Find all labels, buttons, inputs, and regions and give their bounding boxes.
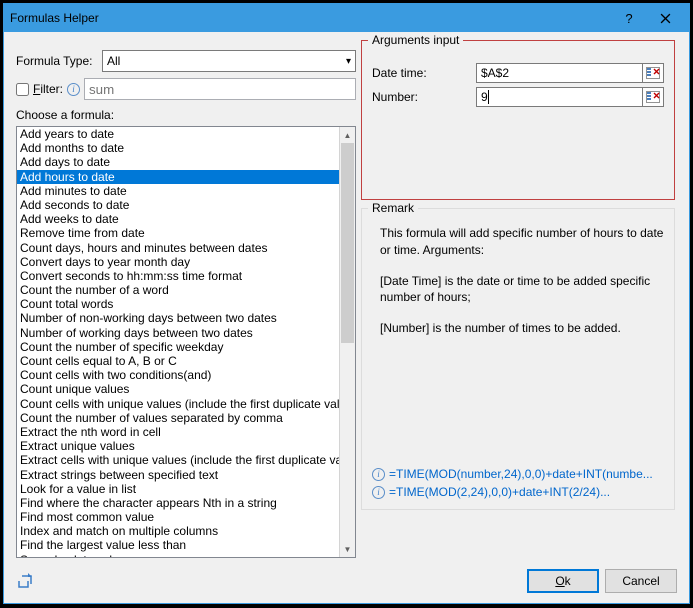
choose-formula-label: Choose a formula: xyxy=(16,108,356,122)
arguments-legend: Arguments input xyxy=(368,33,463,47)
info-icon[interactable]: i xyxy=(372,486,385,499)
remark-fieldset: Remark This formula will add specific nu… xyxy=(361,208,675,510)
list-item[interactable]: Number of working days between two dates xyxy=(17,326,339,340)
list-item[interactable]: Extract unique values xyxy=(17,439,339,453)
list-item[interactable]: Add hours to date xyxy=(17,170,339,184)
formula-preview-2: =TIME(MOD(2,24),0,0)+date+INT(2/24)... xyxy=(389,485,610,499)
dialog-window: Formulas Helper ? Formula Type: All ▾ Fi… xyxy=(3,3,690,604)
scroll-thumb[interactable] xyxy=(341,143,354,343)
scroll-up-icon[interactable]: ▲ xyxy=(340,127,355,143)
list-item[interactable]: Add weeks to date xyxy=(17,212,339,226)
list-item[interactable]: Count the number of a word xyxy=(17,283,339,297)
list-item[interactable]: Add days to date xyxy=(17,155,339,169)
share-icon[interactable] xyxy=(16,572,34,590)
list-item[interactable]: Convert days to year month day xyxy=(17,255,339,269)
list-item[interactable]: Count the number of values separated by … xyxy=(17,411,339,425)
list-item[interactable]: Count days, hours and minutes between da… xyxy=(17,241,339,255)
list-item[interactable]: Find the largest value less than xyxy=(17,538,339,552)
list-item[interactable]: Count unique values xyxy=(17,382,339,396)
close-button[interactable] xyxy=(647,6,683,30)
range-picker-button[interactable] xyxy=(642,63,664,83)
range-picker-button[interactable] xyxy=(642,87,664,107)
titlebar: Formulas Helper ? xyxy=(4,4,689,32)
list-item[interactable]: Add years to date xyxy=(17,127,339,141)
window-title: Formulas Helper xyxy=(10,11,611,25)
list-item[interactable]: Add seconds to date xyxy=(17,198,339,212)
arg-label-datetime: Date time: xyxy=(372,66,476,80)
formula-listbox[interactable]: Add years to dateAdd months to dateAdd d… xyxy=(16,126,356,558)
list-item[interactable]: Convert seconds to hh:mm:ss time format xyxy=(17,269,339,283)
formula-preview-1: =TIME(MOD(number,24),0,0)+date+INT(numbe… xyxy=(389,467,653,481)
list-item[interactable]: Add months to date xyxy=(17,141,339,155)
formula-type-combo[interactable]: All ▾ xyxy=(102,50,356,72)
list-item[interactable]: Count cells with two conditions(and) xyxy=(17,368,339,382)
cancel-button[interactable]: Cancel xyxy=(605,569,677,593)
filter-checkbox[interactable] xyxy=(16,83,29,96)
list-item[interactable]: Sum absolute values xyxy=(17,553,339,557)
remark-p2: [Date Time] is the date or time to be ad… xyxy=(372,273,664,307)
formula-type-value: All xyxy=(107,54,120,68)
info-icon[interactable]: i xyxy=(372,468,385,481)
formula-type-label: Formula Type: xyxy=(16,54,102,68)
scrollbar[interactable]: ▲ ▼ xyxy=(339,127,355,557)
arg-label-number: Number: xyxy=(372,90,476,104)
list-item[interactable]: Find where the character appears Nth in … xyxy=(17,496,339,510)
info-icon[interactable]: i xyxy=(67,83,80,96)
list-item[interactable]: Index and match on multiple columns xyxy=(17,524,339,538)
list-item[interactable]: Count cells with unique values (include … xyxy=(17,397,339,411)
list-item[interactable]: Look for a value in list xyxy=(17,482,339,496)
list-item[interactable]: Count the number of specific weekday xyxy=(17,340,339,354)
list-item[interactable]: Number of non-working days between two d… xyxy=(17,311,339,325)
help-button[interactable]: ? xyxy=(611,6,647,30)
remark-p1: This formula will add specific number of… xyxy=(372,225,664,259)
filter-label: Filter: xyxy=(33,82,63,96)
remark-legend: Remark xyxy=(368,201,418,215)
list-item[interactable]: Add minutes to date xyxy=(17,184,339,198)
list-item[interactable]: Extract strings between specified text xyxy=(17,468,339,482)
list-item[interactable]: Extract cells with unique values (includ… xyxy=(17,453,339,467)
list-item[interactable]: Count total words xyxy=(17,297,339,311)
list-item[interactable]: Find most common value xyxy=(17,510,339,524)
arguments-fieldset: Arguments input Date time: $A$2 Number: … xyxy=(361,40,675,200)
list-item[interactable]: Remove time from date xyxy=(17,226,339,240)
list-item[interactable]: Count cells equal to A, B or C xyxy=(17,354,339,368)
remark-p3: [Number] is the number of times to be ad… xyxy=(372,320,664,337)
filter-input[interactable] xyxy=(84,78,356,100)
ok-button[interactable]: Ok xyxy=(527,569,599,593)
chevron-down-icon: ▾ xyxy=(346,56,351,67)
scroll-down-icon[interactable]: ▼ xyxy=(340,541,355,557)
arg-input-datetime[interactable]: $A$2 xyxy=(476,63,642,83)
list-item[interactable]: Extract the nth word in cell xyxy=(17,425,339,439)
arg-input-number[interactable]: 9 xyxy=(476,87,642,107)
